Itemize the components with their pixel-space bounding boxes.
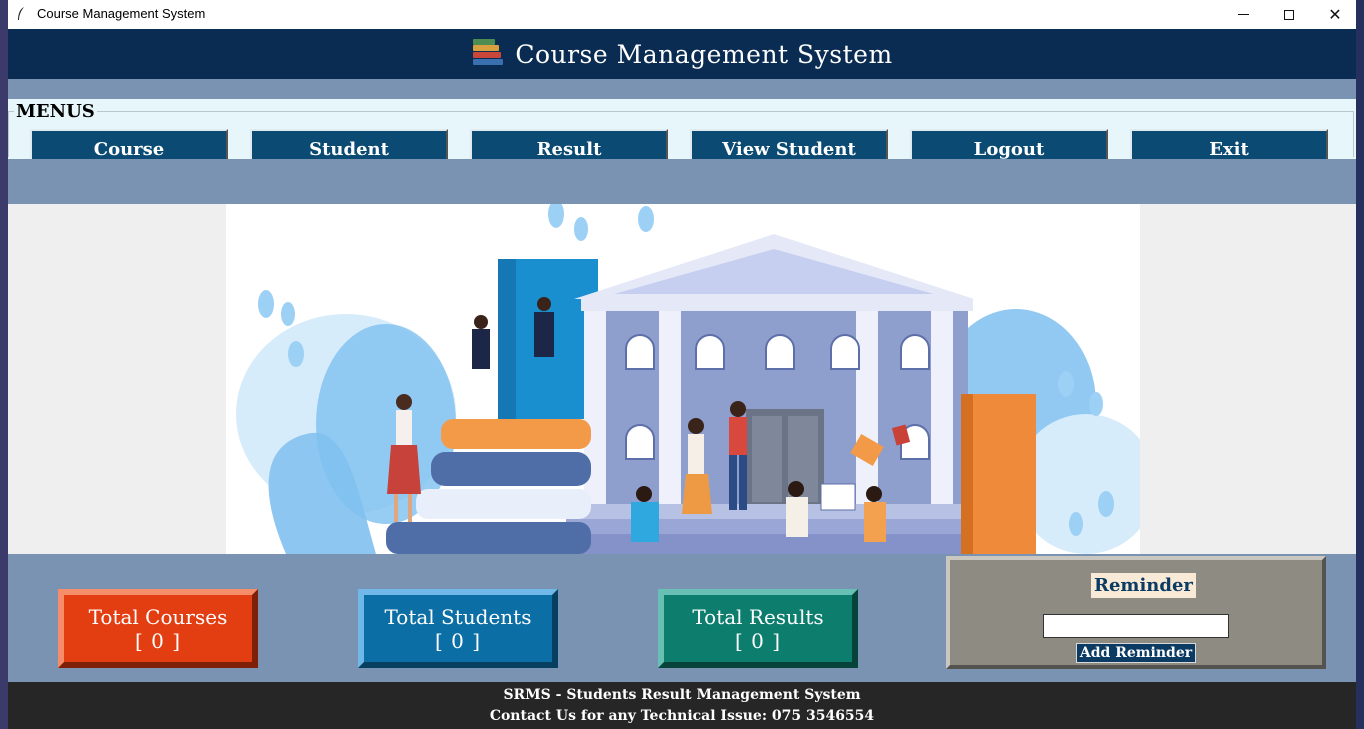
total-students-value: [ 0 ] [434,628,482,653]
footer: SRMS - Students Result Management System… [8,682,1356,729]
view-student-results-button[interactable]: View Student Results [690,129,888,159]
total-courses-value: [ 0 ] [134,628,182,653]
total-results-label: Total Results [692,604,824,629]
stats-bar: Total Courses [ 0 ] Total Students [ 0 ]… [8,554,1356,682]
course-button[interactable]: Course [30,129,228,159]
add-reminder-button[interactable]: Add Reminder [1076,643,1196,663]
minimize-icon [1237,14,1249,15]
footer-title: SRMS - Students Result Management System [503,687,861,703]
menus-frame: MENUS Course Student Result View Student… [8,99,1356,159]
desktop-edge-left [0,0,8,729]
hero-area [8,204,1356,554]
maximize-button[interactable] [1266,0,1312,29]
reminder-title: Reminder [1091,573,1196,598]
total-results-card: Total Results [ 0 ] [658,589,858,668]
header-spacer [8,79,1356,99]
student-button[interactable]: Student [250,129,448,159]
total-results-value: [ 0 ] [734,628,782,653]
footer-contact: Contact Us for any Technical Issue: 075 … [489,708,875,724]
result-button[interactable]: Result [470,129,668,159]
close-icon: ✕ [1328,4,1342,24]
window-title: Course Management System [37,6,206,21]
close-button[interactable]: ✕ [1312,0,1356,29]
desktop-edge-right [1356,0,1364,729]
reminder-panel: Reminder Add Reminder [946,556,1326,669]
maximize-icon [1284,9,1294,20]
app-window: Course Management System ✕ Course Manage… [8,0,1356,729]
header-title: Course Management System [515,39,893,69]
feather-icon [16,6,26,26]
reminder-input[interactable] [1043,614,1229,638]
minimize-button[interactable] [1220,0,1266,29]
hero-illustration [226,204,1140,554]
menus-label: MENUS [14,101,97,122]
books-icon [471,39,505,69]
logout-button[interactable]: Logout [910,129,1108,159]
total-students-card: Total Students [ 0 ] [358,589,558,668]
total-courses-card: Total Courses [ 0 ] [58,589,258,668]
total-courses-label: Total Courses [88,604,228,629]
menu-spacer [8,159,1356,204]
exit-button[interactable]: Exit [1130,129,1328,159]
app-header: Course Management System [8,29,1356,79]
title-bar: Course Management System ✕ [8,0,1356,29]
total-students-label: Total Students [384,604,532,629]
